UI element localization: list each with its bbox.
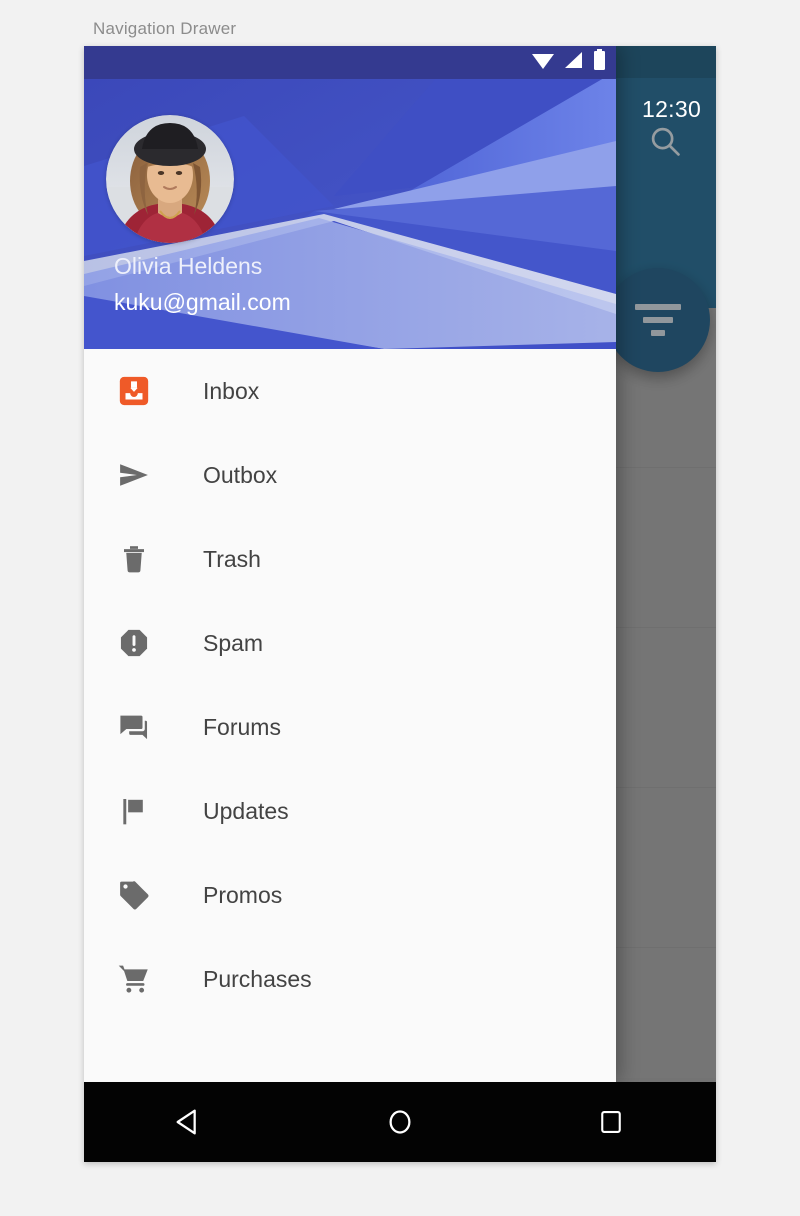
shopping-cart-icon (111, 956, 157, 1002)
status-bar-clock: 12:30 (642, 96, 702, 122)
screenshot-stage: Navigation Drawer Olivia Heldens kuku@gm… (0, 0, 800, 1216)
recents-icon[interactable] (583, 1094, 639, 1150)
home-icon[interactable] (372, 1094, 428, 1150)
drawer-item-label: Promos (203, 881, 283, 908)
cell-signal-icon (564, 50, 584, 75)
wifi-icon (531, 50, 555, 75)
drawer-item-trash[interactable]: Trash (84, 517, 616, 601)
drawer-item-label: Inbox (203, 377, 260, 404)
forum-icon (111, 704, 157, 750)
inbox-icon (111, 368, 157, 414)
drawer-item-label: Outbox (203, 461, 278, 488)
drawer-item-purchases[interactable]: Purchases (84, 937, 616, 1021)
drawer-item-label: Spam (203, 629, 264, 656)
battery-icon (593, 49, 606, 76)
drawer-item-label: Purchases (203, 965, 312, 992)
search-icon[interactable] (646, 122, 684, 160)
drawer-item-updates[interactable]: Updates (84, 769, 616, 853)
profile-email: kuku@gmail.com (114, 289, 291, 315)
drawer-item-inbox[interactable]: Inbox (84, 349, 616, 433)
drawer-item-label: Trash (203, 545, 261, 572)
status-bar (84, 46, 616, 79)
drawer-item-promos[interactable]: Promos (84, 853, 616, 937)
drawer-item-outbox[interactable]: Outbox (84, 433, 616, 517)
page-title: Navigation Drawer (93, 19, 237, 38)
profile-name: Olivia Heldens (114, 253, 263, 279)
drawer-item-label: Updates (203, 797, 289, 824)
drawer-menu-list: Inbox Outbox Trash Spam Forums Updates P… (84, 349, 616, 1082)
drawer-item-label: Forums (203, 713, 281, 740)
avatar[interactable] (106, 115, 234, 243)
flag-icon (111, 788, 157, 834)
report-icon (111, 620, 157, 666)
send-icon (111, 452, 157, 498)
system-navigation-bar (84, 1082, 716, 1162)
drawer-item-spam[interactable]: Spam (84, 601, 616, 685)
navigation-drawer: Olivia Heldens kuku@gmail.com Inbox Outb… (84, 46, 616, 1082)
filter-list-icon (635, 304, 681, 336)
filter-fab-button[interactable] (606, 268, 710, 372)
avatar-image (106, 115, 234, 243)
drawer-item-forums[interactable]: Forums (84, 685, 616, 769)
back-icon[interactable] (161, 1094, 217, 1150)
phone-frame: Olivia Heldens kuku@gmail.com Inbox Outb… (84, 46, 716, 1162)
tag-icon (111, 872, 157, 918)
trash-icon (111, 536, 157, 582)
